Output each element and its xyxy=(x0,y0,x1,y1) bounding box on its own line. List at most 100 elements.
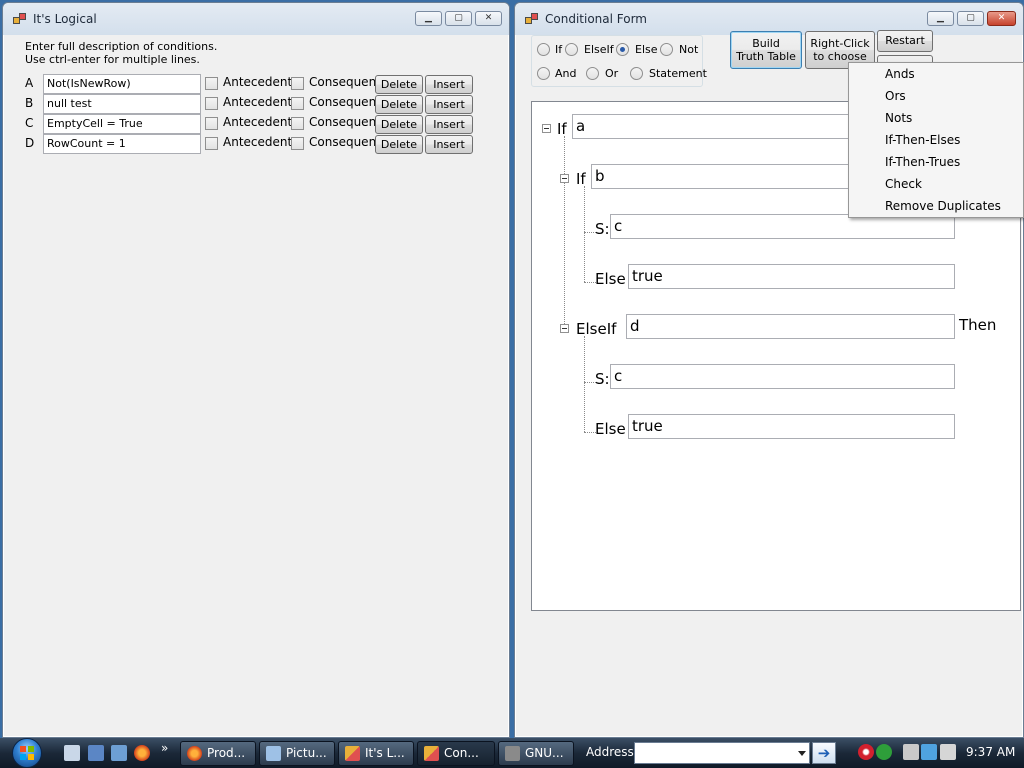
go-arrow-icon[interactable]: ➔ xyxy=(812,742,836,764)
antecedent-checkbox-a[interactable] xyxy=(205,77,218,90)
condition-input-d[interactable]: RowCount = 1 xyxy=(43,134,201,154)
picture-icon xyxy=(266,746,281,761)
menu-item-ors[interactable]: Ors xyxy=(851,85,1021,107)
radio-statement[interactable] xyxy=(630,67,643,80)
else-input[interactable]: true xyxy=(628,264,955,289)
quicklaunch-overflow-icon[interactable]: » xyxy=(161,741,168,755)
close-icon[interactable]: ✕ xyxy=(987,11,1016,26)
firefox-icon[interactable] xyxy=(134,745,150,761)
collapse-icon[interactable] xyxy=(560,174,569,183)
app-icon xyxy=(525,13,539,25)
w-app-icon[interactable] xyxy=(876,744,892,760)
insert-button-a[interactable]: Insert xyxy=(425,75,473,94)
condition-letter: D xyxy=(25,136,35,150)
radio-and-label: And xyxy=(555,67,577,80)
rightclick-button-line-1: Right-Click xyxy=(810,37,870,50)
condition-input-a[interactable]: Not(IsNewRow) xyxy=(43,74,201,94)
window-switch-icon[interactable] xyxy=(111,745,127,761)
else-label: Else xyxy=(595,420,626,438)
consequent-checkbox-b[interactable] xyxy=(291,97,304,110)
chevron-down-icon[interactable] xyxy=(798,751,806,756)
radio-not-label: Not xyxy=(679,43,699,56)
antecedent-checkbox-d[interactable] xyxy=(205,137,218,150)
clock[interactable]: 9:37 AM xyxy=(966,745,1015,759)
insert-button-d[interactable]: Insert xyxy=(425,135,473,154)
tree-connector xyxy=(564,136,565,332)
condition-row-a: A Not(IsNewRow) Antecedent Consequent De… xyxy=(3,74,511,94)
its-logical-window: It's Logical ▁ ▢ ✕ Enter full descriptio… xyxy=(2,2,510,738)
menu-item-check[interactable]: Check xyxy=(851,173,1021,195)
antecedent-checkbox-c[interactable] xyxy=(205,117,218,130)
radio-else[interactable] xyxy=(616,43,629,56)
window-title: Conditional Form xyxy=(545,12,647,26)
condition-letter: C xyxy=(25,116,34,130)
volume-icon[interactable] xyxy=(940,744,956,760)
radio-not[interactable] xyxy=(660,43,673,56)
opera-icon[interactable] xyxy=(858,744,874,760)
show-desktop-icon[interactable] xyxy=(64,745,80,761)
taskbar-item-prod[interactable]: Prod... xyxy=(180,741,256,766)
menu-item-remove-duplicates[interactable]: Remove Duplicates xyxy=(851,195,1021,217)
delete-button-a[interactable]: Delete xyxy=(375,75,423,94)
menu-item-if-then-elses[interactable]: If-Then-Elses xyxy=(851,129,1021,151)
taskbar-item-label: It's L... xyxy=(365,746,405,760)
if-condition-input[interactable]: a xyxy=(572,114,892,139)
menu-item-if-then-trues[interactable]: If-Then-Trues xyxy=(851,151,1021,173)
instructions-line-1: Enter full description of conditions. xyxy=(25,40,218,53)
delete-button-b[interactable]: Delete xyxy=(375,95,423,114)
taskbar-item-conditional-form[interactable]: Con... xyxy=(417,741,495,766)
antecedent-label: Antecedent xyxy=(223,95,293,109)
tree-connector xyxy=(584,336,585,432)
condition-letter: B xyxy=(25,96,34,110)
tree-connector xyxy=(584,186,585,282)
antecedent-checkbox-b[interactable] xyxy=(205,97,218,110)
radio-statement-label: Statement xyxy=(649,67,707,80)
menu-item-ands[interactable]: Ands xyxy=(851,63,1021,85)
maximize-icon[interactable]: ▢ xyxy=(445,11,472,26)
collapse-icon[interactable] xyxy=(560,324,569,333)
condition-input-c[interactable]: EmptyCell = True xyxy=(43,114,201,134)
build-truth-table-button[interactable]: Build Truth Table xyxy=(730,31,802,69)
radio-elseif[interactable] xyxy=(565,43,578,56)
radio-or[interactable] xyxy=(586,67,599,80)
menu-item-nots[interactable]: Nots xyxy=(851,107,1021,129)
taskbar-item-pictu[interactable]: Pictu... xyxy=(259,741,335,766)
delete-button-d[interactable]: Delete xyxy=(375,135,423,154)
statement-label: S: xyxy=(595,370,610,388)
build-button-line-1: Build xyxy=(752,37,780,50)
nested-if-condition-input[interactable]: b xyxy=(591,164,891,189)
elseif-label: ElseIf xyxy=(576,320,617,338)
titlebar[interactable]: It's Logical ▁ ▢ ✕ xyxy=(3,3,509,35)
consequent-label: Consequent xyxy=(309,95,381,109)
power-icon[interactable] xyxy=(903,744,919,760)
taskbar-item-gnu[interactable]: GNU... xyxy=(498,741,574,766)
explorer-icon[interactable] xyxy=(88,745,104,761)
taskbar-item-its-logical[interactable]: It's L... xyxy=(338,741,414,766)
consequent-label: Consequent xyxy=(309,75,381,89)
delete-button-c[interactable]: Delete xyxy=(375,115,423,134)
condition-row-c: C EmptyCell = True Antecedent Consequent… xyxy=(3,114,511,134)
consequent-checkbox-c[interactable] xyxy=(291,117,304,130)
collapse-icon[interactable] xyxy=(542,124,551,133)
else-label: Else xyxy=(595,270,626,288)
antecedent-label: Antecedent xyxy=(223,75,293,89)
condition-input-b[interactable]: null test xyxy=(43,94,201,114)
consequent-checkbox-a[interactable] xyxy=(291,77,304,90)
insert-button-c[interactable]: Insert xyxy=(425,115,473,134)
consequent-checkbox-d[interactable] xyxy=(291,137,304,150)
address-input[interactable] xyxy=(634,742,810,764)
minimize-icon[interactable]: ▁ xyxy=(415,11,442,26)
maximize-icon[interactable]: ▢ xyxy=(957,11,984,26)
close-icon[interactable]: ✕ xyxy=(475,11,502,26)
insert-button-b[interactable]: Insert xyxy=(425,95,473,114)
statement-input[interactable]: c xyxy=(610,364,955,389)
elseif-condition-input[interactable]: d xyxy=(626,314,955,339)
radio-and[interactable] xyxy=(537,67,550,80)
minimize-icon[interactable]: ▁ xyxy=(927,11,954,26)
restart-button[interactable]: Restart xyxy=(877,30,933,52)
condition-row-b: B null test Antecedent Consequent Delete… xyxy=(3,94,511,114)
radio-if[interactable] xyxy=(537,43,550,56)
start-button[interactable] xyxy=(10,738,46,768)
else-input[interactable]: true xyxy=(628,414,955,439)
network-icon[interactable] xyxy=(921,744,937,760)
